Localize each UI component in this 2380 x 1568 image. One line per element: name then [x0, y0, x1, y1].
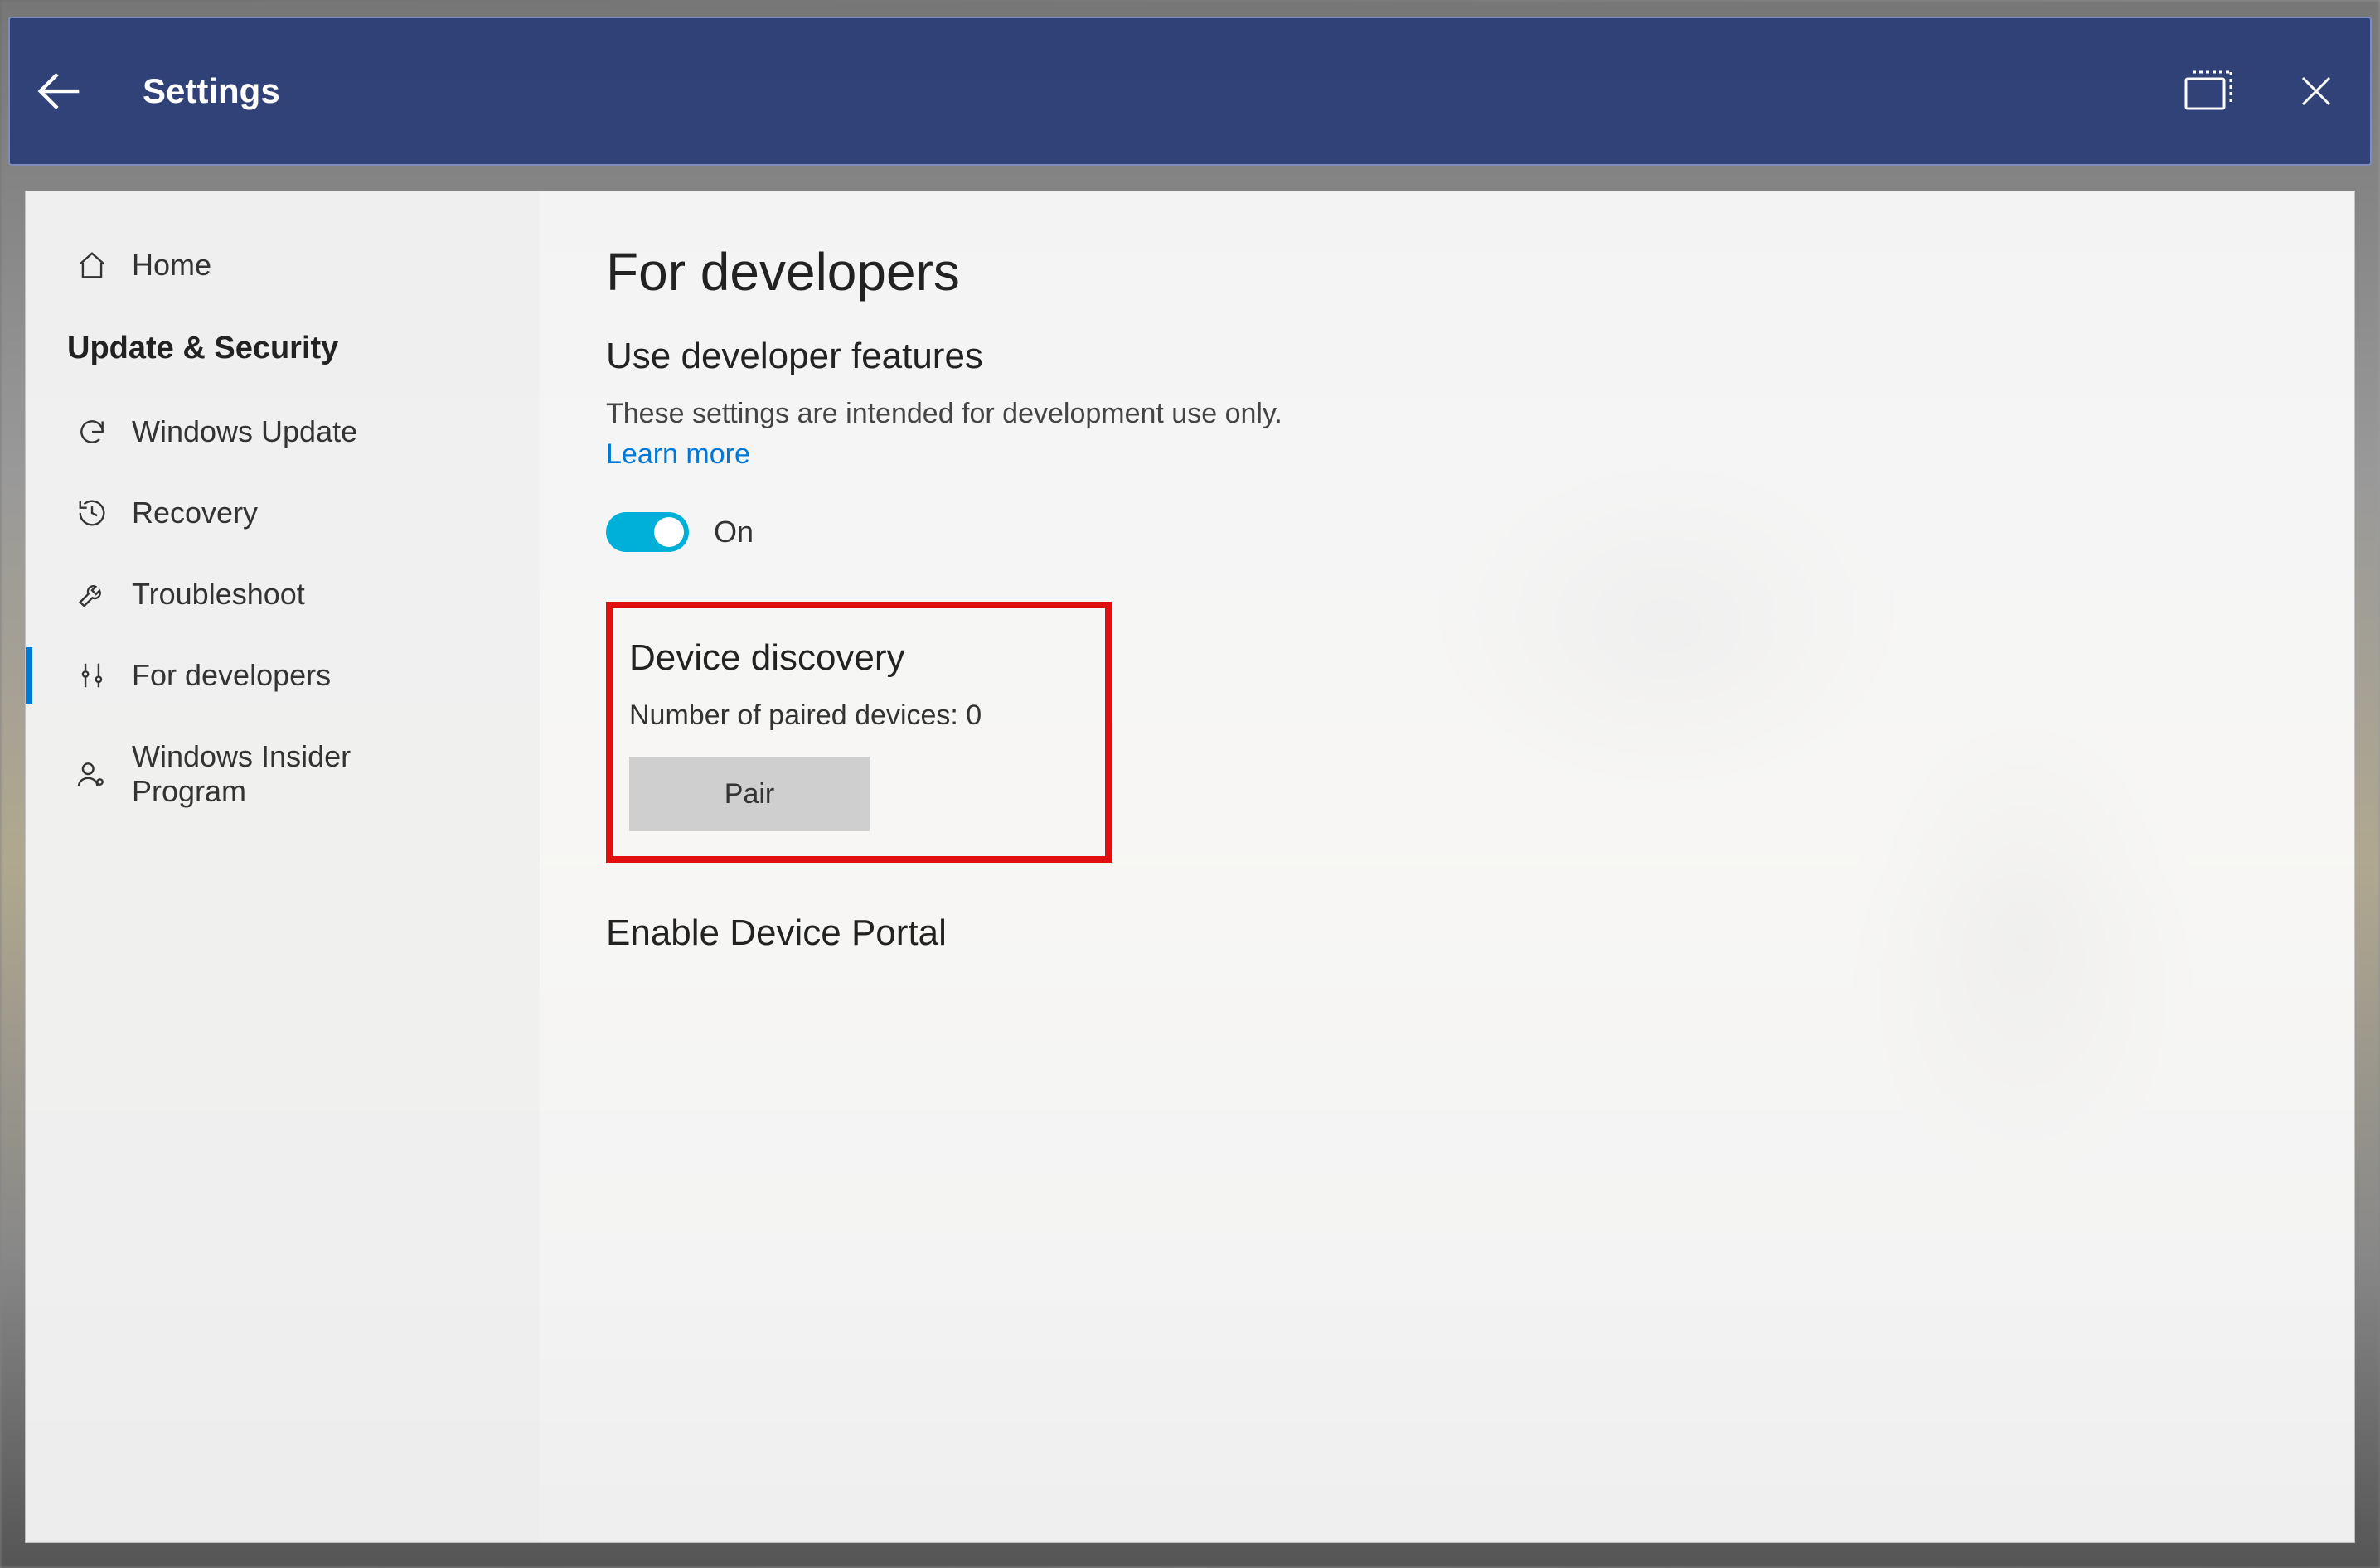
sidebar-item-home[interactable]: Home: [26, 225, 540, 306]
sidebar-item-label: Windows Update: [132, 414, 357, 449]
sync-icon: [75, 416, 109, 448]
sidebar-item-label: For developers: [132, 658, 331, 693]
learn-more-link[interactable]: Learn more: [606, 438, 750, 470]
window-title: Settings: [143, 71, 280, 111]
sidebar-item-recovery[interactable]: Recovery: [26, 472, 540, 554]
dev-features-heading: Use developer features: [606, 336, 2288, 377]
sidebar-item-label: Windows Insider Program: [132, 739, 430, 809]
person-icon: [75, 758, 109, 790]
enable-device-portal-heading: Enable Device Portal: [606, 912, 2288, 954]
dev-features-toggle[interactable]: [606, 512, 689, 552]
history-icon: [75, 497, 109, 529]
follow-me-button[interactable]: [2155, 18, 2262, 164]
close-button[interactable]: [2262, 18, 2370, 164]
close-icon: [2296, 71, 2336, 111]
toggle-label: On: [714, 515, 754, 549]
sidebar-item-label: Home: [132, 248, 211, 283]
settings-window: Home Update & Security Windows Update Re…: [25, 191, 2355, 1543]
home-icon: [75, 249, 109, 281]
sidebar-item-for-developers[interactable]: For developers: [26, 635, 540, 716]
tools-icon: [75, 660, 109, 691]
sidebar-item-windows-update[interactable]: Windows Update: [26, 391, 540, 472]
sidebar-section-header: Update & Security: [26, 306, 540, 391]
arrow-left-icon: [31, 62, 89, 120]
content-pane: For developers Use developer features Th…: [540, 191, 2354, 1542]
wrench-icon: [75, 578, 109, 610]
sidebar: Home Update & Security Windows Update Re…: [26, 191, 540, 1542]
page-title: For developers: [606, 241, 2288, 302]
sidebar-item-label: Recovery: [132, 496, 258, 530]
device-discovery-heading: Device discovery: [629, 637, 1088, 679]
sidebar-item-troubleshoot[interactable]: Troubleshoot: [26, 554, 540, 635]
sidebar-item-label: Troubleshoot: [132, 577, 305, 612]
dev-features-toggle-row: On: [606, 512, 2288, 552]
dev-features-body: These settings are intended for developm…: [606, 398, 2288, 430]
back-button[interactable]: [10, 18, 109, 164]
sidebar-item-windows-insider[interactable]: Windows Insider Program: [26, 716, 540, 832]
titlebar: Settings: [8, 17, 2372, 166]
device-discovery-highlight: Device discovery Number of paired device…: [606, 602, 1112, 863]
pair-button[interactable]: Pair: [629, 757, 870, 831]
slate-icon: [2181, 69, 2236, 114]
paired-devices-text: Number of paired devices: 0: [629, 699, 1088, 732]
